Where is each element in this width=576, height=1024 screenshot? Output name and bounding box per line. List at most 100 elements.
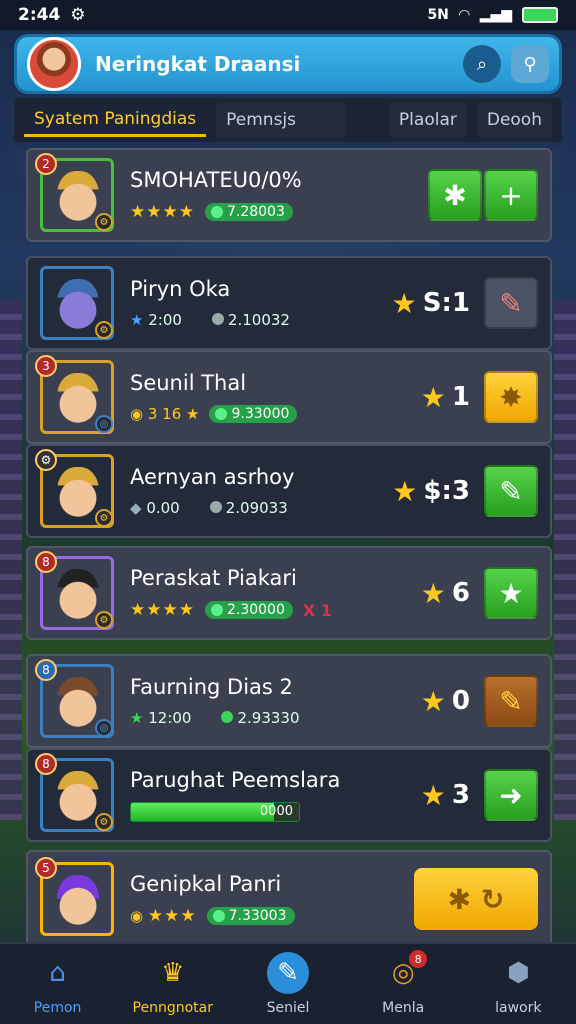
plus-icon: +: [499, 178, 523, 212]
rank-badge: 3: [35, 355, 57, 377]
gem-icon: [210, 604, 223, 616]
edit-button[interactable]: ✎: [484, 675, 538, 727]
puzzle-icon: ✱ ↻: [447, 882, 505, 916]
nav-label: Penngnotar: [132, 1000, 213, 1016]
nav-label: lawork: [495, 1000, 542, 1016]
rank-badge: 5: [35, 857, 57, 879]
ranking-list: 2 ⚙ SMOHATEU0/0% ★★★★ 7.28003 ✱ + ⚙ Piry…: [26, 148, 552, 948]
tab-deooh[interactable]: Deooh: [476, 103, 552, 137]
nav-label: Seniel: [266, 1000, 310, 1016]
player-name: Faurning Dias 2: [130, 675, 293, 699]
gear-icon: ⚙: [95, 813, 113, 831]
gear-icon: ⚙: [95, 509, 113, 527]
edit-button[interactable]: ✎: [484, 465, 538, 517]
shield-icon: [209, 501, 222, 513]
value-pill: 2.30000: [204, 601, 293, 619]
player-portrait: ⚙ ⚙: [35, 449, 114, 528]
nav-item-rankings[interactable]: ♛ Penngnotar: [123, 952, 223, 1016]
nav-item-menla[interactable]: ◎ 8 Menla: [353, 950, 453, 1016]
tab-plaolar[interactable]: Plaolar: [388, 103, 467, 137]
puzzle-action-button[interactable]: ✱ ↻: [414, 868, 538, 930]
star-rating: ★★★★: [130, 202, 195, 222]
list-item[interactable]: ⚙ ⚙ Aernyan asrhoy ◆ 0.00 2.09033 ★ $:3 …: [26, 444, 552, 538]
star-icon: ★: [420, 380, 446, 414]
star-rating: ★★★★: [130, 600, 195, 620]
player-name: SMOHATEU0/0%: [130, 168, 302, 192]
bottom-nav: ⌂ Pemon ♛ Penngnotar ✎ Seniel ◎ 8 Menla …: [0, 942, 576, 1024]
player-score: ★ 1: [420, 380, 470, 414]
rank-badge: 2: [35, 153, 57, 175]
nav-item-pemon[interactable]: ⌂ Pemon: [8, 952, 108, 1016]
network-icon: ⬢: [506, 958, 530, 988]
stat-secondary: 2.93330: [221, 709, 300, 727]
shield-icon: ◎: [95, 719, 113, 737]
list-item[interactable]: 2 ⚙ SMOHATEU0/0% ★★★★ 7.28003 ✱ +: [26, 148, 552, 242]
player-name: Piryn Oka: [130, 277, 231, 301]
progress-label: 0000: [259, 804, 293, 819]
gear-icon: ⚙: [95, 611, 113, 629]
player-portrait: 5: [35, 857, 114, 936]
puzzle-icon: ✱: [443, 178, 467, 212]
user-avatar[interactable]: [27, 37, 81, 91]
progress-fill: [131, 803, 274, 821]
star-button[interactable]: ✸: [484, 371, 538, 423]
player-portrait: 3 ◎: [35, 355, 114, 434]
network-label: 5N: [427, 7, 449, 23]
compose-icon: ✎: [266, 952, 309, 994]
send-button[interactable]: ➜: [484, 769, 538, 821]
search-button[interactable]: ⌕: [463, 45, 501, 83]
player-name: Peraskat Piakari: [130, 566, 297, 590]
gem-icon: [210, 206, 223, 218]
star-icon: ★: [420, 684, 446, 718]
puzzle-button[interactable]: ✱: [428, 169, 482, 221]
stat-primary: ★ 2:00: [130, 311, 182, 329]
value-pill: 7.28003: [204, 203, 293, 221]
left-stands-decor: [0, 300, 22, 820]
shield-icon: ◎: [95, 415, 113, 433]
list-item[interactable]: 3 ◎ Seunil Thal ◉ 3 16 ★ 9.33000 ★ 1 ✸: [26, 350, 552, 444]
profile-search-button[interactable]: ⚲: [511, 45, 549, 83]
player-score: ★ S:1: [391, 286, 470, 320]
list-item[interactable]: 8 ⚙ Peraskat Piakari ★★★★ 2.30000 X 1 ★ …: [26, 546, 552, 640]
player-score: ★ 0: [420, 684, 470, 718]
shield-icon: [211, 313, 224, 325]
star-icon: ★: [498, 576, 524, 610]
gear-icon: ⚙: [95, 213, 113, 231]
player-portrait: 2 ⚙: [35, 153, 114, 232]
coin-stat: ◉ 3 16 ★: [130, 405, 200, 423]
signal-icon: ▂▄▆: [479, 7, 512, 23]
stat-primary: ★ 12:00: [130, 709, 192, 727]
player-portrait: 8 ⚙: [35, 551, 114, 630]
list-item[interactable]: 5 Genipkal Panri ◉ ★★★ 7.33003 ✱ ↻: [26, 850, 552, 948]
search-icon: ⌕: [476, 53, 488, 75]
tab-system-rankings[interactable]: Syatem Paningdias: [24, 103, 207, 137]
wifi-icon: ◠: [458, 7, 470, 23]
list-item[interactable]: 8 ⚙ Parughat Peemslara 0000 ★ 3 ➜: [26, 748, 552, 842]
nav-label: Menla: [382, 1000, 425, 1016]
edit-button[interactable]: ✎: [484, 277, 538, 329]
player-name: Genipkal Panri: [130, 872, 282, 896]
add-button[interactable]: +: [484, 169, 538, 221]
nav-label: Pemon: [33, 1000, 82, 1016]
nav-item-lawork[interactable]: ⬢ lawork: [468, 952, 568, 1016]
arrow-icon: ➜: [499, 778, 523, 812]
status-time: 2:44: [18, 5, 61, 25]
favorite-button[interactable]: ★: [484, 567, 538, 619]
rank-badge: 8: [35, 753, 57, 775]
page-title: Neringkat Draansi: [95, 52, 301, 76]
app-header: Neringkat Draansi ⌕ ⚲: [14, 34, 562, 94]
tab-bar: Syatem Paningdias Pemnsjs Plaolar Deooh: [14, 98, 562, 142]
list-item[interactable]: ⚙ Piryn Oka ★ 2:00 2.10032 ★ S:1 ✎: [26, 256, 552, 350]
stat-primary: ◆ 0.00: [130, 499, 180, 517]
user-search-icon: ⚲: [523, 53, 537, 75]
gem-icon: [221, 711, 234, 723]
penalty-label: X 1: [302, 600, 332, 620]
tab-pemnsjs[interactable]: Pemnsjs: [216, 103, 347, 137]
player-score: ★ 6: [420, 576, 470, 610]
star-icon: ★: [392, 474, 418, 508]
trophy-icon: ♛: [161, 958, 185, 988]
list-item[interactable]: 8 ◎ Faurning Dias 2 ★ 12:00 2.93330 ★ 0 …: [26, 654, 552, 748]
nav-item-seniel[interactable]: ✎ Seniel: [238, 952, 338, 1016]
star-icon: ★: [420, 778, 446, 812]
notification-badge: 8: [409, 950, 428, 968]
